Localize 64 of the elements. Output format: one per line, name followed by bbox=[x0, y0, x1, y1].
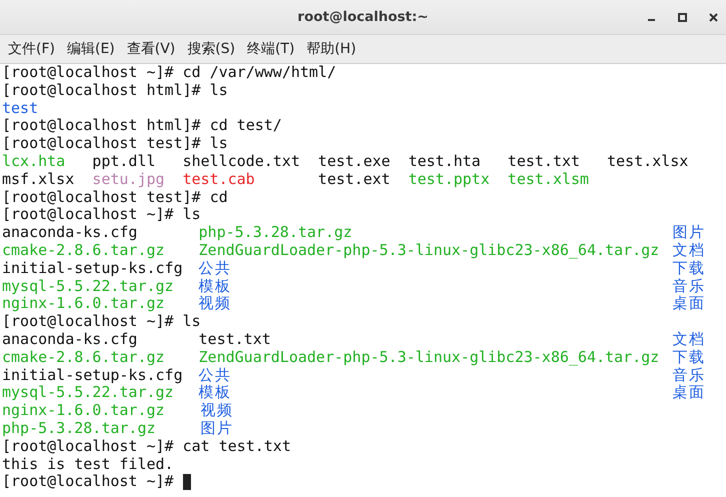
folder-name: 文档 bbox=[672, 330, 706, 348]
command-line: [root@localhost ~]# ls bbox=[2, 206, 201, 224]
file-name: anaconda-ks.cfg bbox=[2, 223, 138, 242]
folder-name: 图片 bbox=[200, 418, 234, 437]
folder-name: 音乐 bbox=[672, 366, 706, 384]
file-name: msf.xlsx bbox=[2, 170, 74, 188]
file-name: nginx-1.6.0.tar.gz bbox=[2, 294, 165, 312]
command-line: [root@localhost test]# cd bbox=[2, 188, 228, 206]
folder-name: 文档 bbox=[672, 240, 706, 259]
menu-item[interactable]: 终端(T) bbox=[241, 38, 301, 60]
file-name: cmake-2.8.6.tar.gz bbox=[2, 348, 165, 366]
menu-item[interactable]: 帮助(H) bbox=[300, 38, 362, 60]
file-name: initial-setup-ks.cfg bbox=[2, 366, 183, 384]
file-name: initial-setup-ks.cfg bbox=[2, 258, 183, 277]
file-name: mysql-5.5.22.tar.gz bbox=[2, 383, 174, 402]
folder-name: 模板 bbox=[198, 276, 232, 295]
folder-name: 桌面 bbox=[672, 294, 706, 312]
file-name: test.txt bbox=[198, 330, 271, 348]
file-name: cmake-2.8.6.tar.gz bbox=[2, 240, 165, 259]
folder-name: 图片 bbox=[672, 223, 706, 242]
file-name: test.exe bbox=[318, 152, 390, 170]
file-name: ZendGuardLoader-php-5.3-linux-glibc23-x86_64.tar.gz bbox=[198, 348, 660, 366]
file-name: test.pptx bbox=[408, 170, 490, 188]
maximize-icon[interactable] bbox=[678, 12, 687, 22]
folder-name: 音乐 bbox=[672, 276, 706, 295]
command-line: [root@localhost html]# cd test/ bbox=[2, 117, 282, 136]
folder-name: 视频 bbox=[200, 401, 234, 420]
folder-name: 公共 bbox=[198, 258, 232, 277]
close-icon[interactable] bbox=[709, 12, 718, 22]
file-name: test.hta bbox=[408, 152, 481, 170]
folder-name: 模板 bbox=[198, 383, 232, 402]
command-output: this is test filed. bbox=[2, 456, 174, 474]
file-name: test.txt bbox=[508, 152, 580, 170]
menu-item[interactable]: 编辑(E) bbox=[60, 38, 121, 60]
menu-item[interactable]: 搜索(S) bbox=[181, 38, 242, 60]
folder-name: test bbox=[2, 98, 38, 117]
file-name: php-5.3.28.tar.gz bbox=[198, 223, 352, 242]
file-name: setu.jpg bbox=[92, 170, 165, 188]
folder-name: 下载 bbox=[672, 258, 706, 277]
command-line: [root@localhost ~]# ls bbox=[2, 313, 201, 331]
file-name: test.ext bbox=[318, 170, 390, 188]
folder-name: 下载 bbox=[672, 348, 706, 366]
file-name: shellcode.txt bbox=[182, 152, 300, 170]
folder-name: 桌面 bbox=[672, 383, 706, 402]
command-line: [root@localhost ~]# cat test.txt bbox=[2, 438, 291, 456]
command-line: [root@localhost html]# ls bbox=[2, 82, 228, 100]
file-name: test.xlsm bbox=[508, 170, 589, 188]
folder-name: 公共 bbox=[198, 366, 232, 384]
file-name: php-5.3.28.tar.gz bbox=[2, 418, 156, 437]
file-name: lcx.hta bbox=[2, 152, 66, 170]
command-line: [root@localhost ~]# bbox=[2, 473, 174, 492]
file-name: nginx-1.6.0.tar.gz bbox=[2, 401, 165, 420]
command-line: [root@localhost ~]# cd /var/www/html/ bbox=[2, 64, 336, 82]
menu-item[interactable]: 查看(V) bbox=[120, 38, 182, 60]
file-name: mysql-5.5.22.tar.gz bbox=[2, 276, 174, 295]
command-line: [root@localhost test]# ls bbox=[2, 135, 228, 153]
file-name: anaconda-ks.cfg bbox=[2, 330, 138, 348]
menu-item[interactable]: 文件(F) bbox=[2, 38, 61, 60]
file-name: test.cab bbox=[182, 170, 255, 188]
file-name: test.xlsx bbox=[607, 152, 688, 170]
window-title: root@localhost:~ bbox=[298, 9, 428, 25]
file-name: ppt.dll bbox=[92, 152, 156, 170]
file-name: ZendGuardLoader-php-5.3-linux-glibc23-x86_64.tar.gz bbox=[198, 240, 660, 259]
folder-name: 视频 bbox=[198, 294, 232, 312]
